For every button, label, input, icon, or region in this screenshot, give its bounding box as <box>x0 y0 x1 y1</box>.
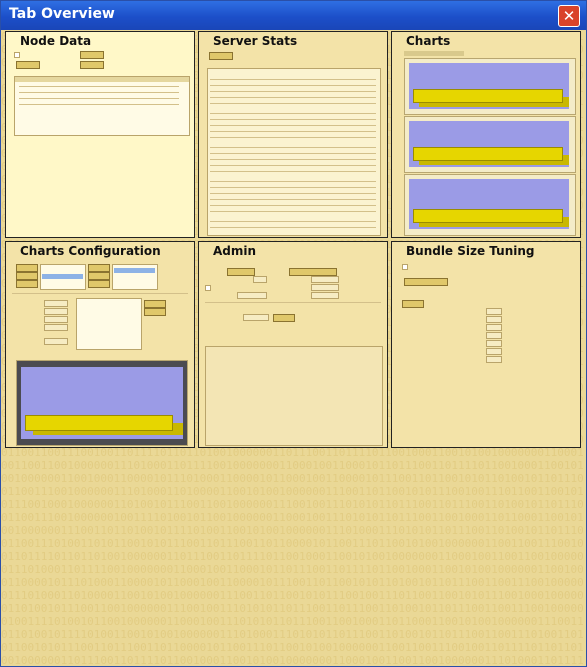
table-row[interactable] <box>19 104 179 105</box>
close-button[interactable]: ✕ <box>558 5 580 27</box>
panel-title: Node Data <box>20 34 92 48</box>
tab-list[interactable] <box>40 264 86 290</box>
table-row[interactable] <box>19 86 179 87</box>
tuning-field[interactable] <box>486 308 502 315</box>
config-field[interactable] <box>44 308 68 315</box>
server-messages <box>205 346 383 446</box>
node-data-button-2[interactable] <box>16 61 40 69</box>
panel-title: Admin <box>213 244 257 258</box>
config-button[interactable] <box>144 308 166 316</box>
config-button[interactable] <box>16 280 38 288</box>
table-row[interactable] <box>19 98 179 99</box>
table-header <box>15 77 189 82</box>
chart-3 <box>404 174 576 236</box>
tuning-field[interactable] <box>486 316 502 323</box>
tuning-field[interactable] <box>486 356 502 363</box>
tuning-field[interactable] <box>486 340 502 347</box>
admin-field[interactable] <box>311 276 339 283</box>
config-field[interactable] <box>44 300 68 307</box>
window-title: Tab Overview <box>9 6 115 22</box>
panel-title: Bundle Size Tuning <box>406 244 535 258</box>
bundle-size-tuning-panel[interactable]: Bundle Size Tuning <box>391 241 581 448</box>
refresh-button[interactable] <box>209 52 233 60</box>
node-data-button-1[interactable] <box>80 51 104 59</box>
admin-button[interactable] <box>227 268 255 276</box>
overview-area: 0100110101100101011100110111001101100001… <box>1 30 586 666</box>
admin-checkbox[interactable] <box>205 285 211 291</box>
tuning-checkbox[interactable] <box>402 264 408 270</box>
config-button[interactable] <box>16 264 38 272</box>
chart-list[interactable] <box>112 264 158 290</box>
node-tree-table[interactable] <box>14 76 190 136</box>
config-button[interactable] <box>144 300 166 308</box>
chart-tabs[interactable] <box>404 51 464 56</box>
charts-configuration-panel[interactable]: Charts Configuration <box>5 241 195 448</box>
admin-field[interactable] <box>253 276 267 283</box>
admin-button[interactable] <box>289 268 337 276</box>
tuning-field[interactable] <box>486 324 502 331</box>
preview-chart <box>16 360 188 446</box>
admin-field[interactable] <box>311 284 339 291</box>
admin-field[interactable] <box>237 292 267 299</box>
title-bar[interactable]: Tab Overview ✕ <box>1 1 586 30</box>
charts-panel[interactable]: Charts <box>391 31 581 238</box>
config-button[interactable] <box>88 272 110 280</box>
chart-2 <box>404 116 576 173</box>
panel-title: Server Stats <box>213 34 298 48</box>
tuning-field[interactable] <box>486 348 502 355</box>
config-field[interactable] <box>44 338 68 345</box>
config-button[interactable] <box>88 264 110 272</box>
fields-list[interactable] <box>76 298 142 350</box>
config-button[interactable] <box>16 272 38 280</box>
panel-title: Charts <box>406 34 451 48</box>
stats-list <box>207 68 381 236</box>
tab-overview-window: Tab Overview ✕ 0100110101100101011100110… <box>0 0 587 667</box>
tuning-button[interactable] <box>404 278 448 286</box>
tuning-field[interactable] <box>486 332 502 339</box>
table-row[interactable] <box>19 92 179 93</box>
close-icon: ✕ <box>562 7 576 25</box>
tuning-button[interactable] <box>402 300 424 308</box>
node-data-button-3[interactable] <box>80 61 104 69</box>
node-data-panel[interactable]: Node Data <box>5 31 195 238</box>
chart-1 <box>404 58 576 115</box>
toggle-checkbox[interactable] <box>14 52 20 58</box>
config-button[interactable] <box>88 280 110 288</box>
admin-field[interactable] <box>311 292 339 299</box>
admin-field[interactable] <box>243 314 269 321</box>
admin-panel[interactable]: Admin <box>198 241 388 448</box>
config-field[interactable] <box>44 324 68 331</box>
server-stats-panel[interactable]: Server Stats <box>198 31 388 238</box>
config-field[interactable] <box>44 316 68 323</box>
panel-title: Charts Configuration <box>20 244 161 258</box>
admin-button[interactable] <box>273 314 295 322</box>
